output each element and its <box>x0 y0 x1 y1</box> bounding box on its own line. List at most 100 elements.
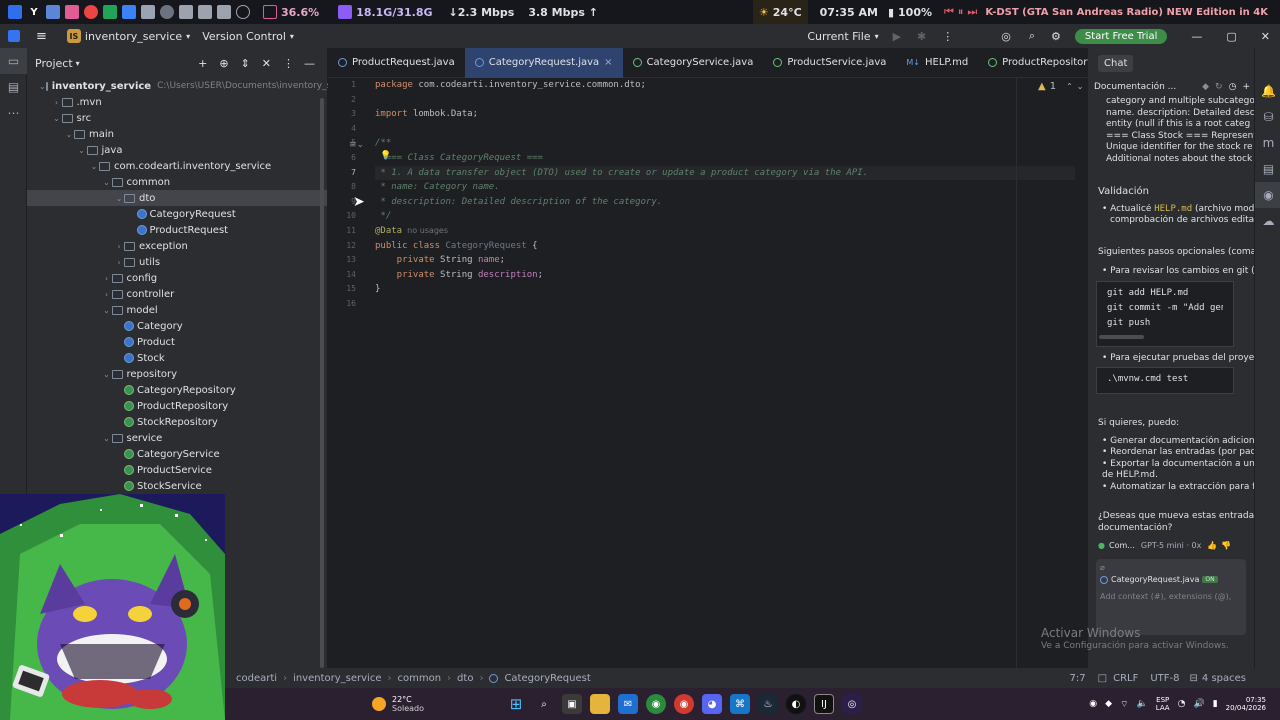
code-line[interactable]: import lombok.Data; <box>375 107 1075 122</box>
steam-icon[interactable]: ♨ <box>758 694 778 714</box>
readonly-icon[interactable]: □ <box>1098 673 1107 684</box>
thumbs-up-icon[interactable]: 👍 <box>1207 541 1217 550</box>
tree-file[interactable]: CategoryService <box>27 446 327 462</box>
run-icon[interactable]: ▶ <box>893 30 901 43</box>
cloud-icon[interactable]: ☁ <box>1255 208 1280 234</box>
sync-icon[interactable]: ↻ <box>1215 82 1223 92</box>
battery-icon[interactable]: ▮ <box>1213 699 1218 709</box>
chat-input[interactable]: ⌀ CategoryRequest.java ON Add context (#… <box>1096 559 1246 635</box>
code-line[interactable] <box>375 122 1075 137</box>
chevron-right-icon[interactable]: › <box>102 274 112 283</box>
tree-folder[interactable]: ⌄ java <box>27 142 327 158</box>
weather-widget[interactable]: 22°C Soleado <box>372 695 502 713</box>
code-area[interactable]: package com.codearti.inventory_service.c… <box>375 78 1075 312</box>
tree-file[interactable]: ProductRequest <box>27 222 327 238</box>
pin-icon[interactable]: ◆ <box>1202 82 1209 92</box>
chat-session-title[interactable]: Documentación ... <box>1094 82 1176 92</box>
fold-icon[interactable]: ≡⌄ <box>349 140 364 150</box>
chevron-right-icon[interactable]: › <box>102 290 112 299</box>
project-tool-icon[interactable]: ▭ <box>0 48 27 74</box>
breadcrumb-item[interactable]: CategoryRequest <box>504 673 590 684</box>
taskbar-clock[interactable]: 07:35 20/04/2026 <box>1226 696 1266 712</box>
new-chat-icon[interactable]: + <box>1242 82 1250 92</box>
breadcrumb-item[interactable]: dto <box>457 673 473 684</box>
code-line[interactable]: * name: Category name. <box>375 180 1075 195</box>
code-line[interactable]: /** <box>375 136 1075 151</box>
chrome-icon[interactable]: ◉ <box>646 694 666 714</box>
expand-all-icon[interactable]: ⇕ <box>241 57 250 70</box>
tray-icon[interactable] <box>236 5 250 19</box>
add-icon[interactable]: + <box>198 57 207 70</box>
chevron-down-icon[interactable]: ⌄ <box>64 130 74 139</box>
file-explorer-icon[interactable] <box>590 694 610 714</box>
tree-file[interactable]: CategoryRequest <box>27 206 327 222</box>
code-line[interactable]: public class CategoryRequest { <box>375 239 1075 254</box>
tree-file[interactable]: StockRepository <box>27 414 327 430</box>
breadcrumb-item[interactable]: common <box>397 673 441 684</box>
next-icon[interactable]: ⏭ <box>967 5 977 19</box>
cursor-position[interactable]: 7:7 <box>1070 673 1086 684</box>
tree-folder[interactable]: ⌄ com.codearti.inventory_service <box>27 158 327 174</box>
tree-file[interactable]: StockService <box>27 478 327 494</box>
task-view-icon[interactable]: ▣ <box>562 694 582 714</box>
chevron-down-icon[interactable]: ⌄ <box>102 434 112 443</box>
chevron-right-icon[interactable]: › <box>52 98 62 107</box>
tree-file[interactable]: ProductService <box>27 462 327 478</box>
tree-folder[interactable]: › exception <box>27 238 327 254</box>
structure-tool-icon[interactable]: ▤ <box>0 74 27 100</box>
chevron-down-icon[interactable]: ⌄ <box>114 194 124 203</box>
minimize-icon[interactable]: — <box>1191 30 1202 43</box>
tree-folder[interactable]: ⌄ common <box>27 174 327 190</box>
volume-icon[interactable]: 🔈 <box>1137 699 1148 709</box>
code-line[interactable]: private String name; <box>375 253 1075 268</box>
breadcrumb-item[interactable]: codearti <box>236 673 277 684</box>
tab-productservice-java[interactable]: ProductService.java <box>763 48 896 78</box>
lightbulb-icon[interactable]: 💡 <box>380 151 391 161</box>
tray-icon[interactable] <box>217 5 231 19</box>
code-line[interactable]: @Data no usages <box>375 224 1075 239</box>
tab-categoryrequest-java[interactable]: CategoryRequest.java × <box>464 47 623 78</box>
project-selector[interactable]: IS inventory_service ▾ <box>61 29 196 43</box>
tree-folder[interactable]: › config <box>27 270 327 286</box>
chrome-icon[interactable]: ◉ <box>674 694 694 714</box>
database-icon[interactable]: ⛁ <box>1255 104 1280 130</box>
tree-folder[interactable]: ⌄ inventory_service C:\Users\USER\Document… <box>27 78 359 94</box>
code-block-scrollbar[interactable] <box>1099 334 1144 339</box>
tray-icon[interactable] <box>160 5 174 19</box>
thumbs-down-icon[interactable]: 👎 <box>1221 541 1231 550</box>
tree-folder[interactable]: › utils <box>27 254 327 270</box>
locate-icon[interactable]: ⊕ <box>219 57 228 70</box>
options-icon[interactable]: ⋮ <box>283 57 294 70</box>
line-separator[interactable]: CRLF <box>1113 673 1138 684</box>
obs-icon[interactable]: ◎ <box>842 694 862 714</box>
chevron-right-icon[interactable]: › <box>114 242 124 251</box>
tree-folder[interactable]: › .mvn <box>27 94 327 110</box>
tree-folder[interactable]: › controller <box>27 286 327 302</box>
chevron-down-icon[interactable]: ⌄ <box>1077 82 1084 91</box>
code-line[interactable] <box>375 297 1075 312</box>
tree-file[interactable]: ProductRepository <box>27 398 327 414</box>
git-code-block[interactable]: git add HELP.md git commit -m "Add gene gi… <box>1096 280 1234 347</box>
breadcrumb-item[interactable]: inventory_service <box>293 673 381 684</box>
more-tools-icon[interactable]: ⋯ <box>0 100 27 126</box>
indent-setting[interactable]: 4 spaces <box>1202 673 1246 684</box>
code-line[interactable] <box>375 93 1075 108</box>
app-icon[interactable] <box>8 5 22 19</box>
chat-tab[interactable]: Chat <box>1098 54 1134 72</box>
tray-icon[interactable] <box>122 5 136 19</box>
run-config-selector[interactable]: Current File ▾ <box>801 30 884 43</box>
chrome-tray-icon[interactable]: ◉ <box>1089 699 1097 709</box>
tray-icon[interactable] <box>198 5 212 19</box>
chevron-down-icon[interactable]: ⌄ <box>102 370 112 379</box>
search-icon[interactable]: ⌕ <box>534 694 554 714</box>
tab-help-md[interactable]: M↓ HELP.md <box>896 48 978 78</box>
code-line[interactable]: * description: Detailed description of t… <box>375 195 1075 210</box>
intellij-icon[interactable]: IJ <box>814 694 834 714</box>
attach-icon[interactable]: ⌀ <box>1100 563 1242 572</box>
test-code-block[interactable]: .\mvnw.cmd test <box>1096 367 1234 394</box>
y-icon[interactable]: Y <box>27 5 41 19</box>
context-chip[interactable]: CategoryRequest.java ON <box>1100 575 1242 584</box>
close-tab-icon[interactable]: × <box>604 57 612 68</box>
chevron-down-icon[interactable]: ⌄ <box>89 162 99 171</box>
tray-icon[interactable] <box>179 5 193 19</box>
